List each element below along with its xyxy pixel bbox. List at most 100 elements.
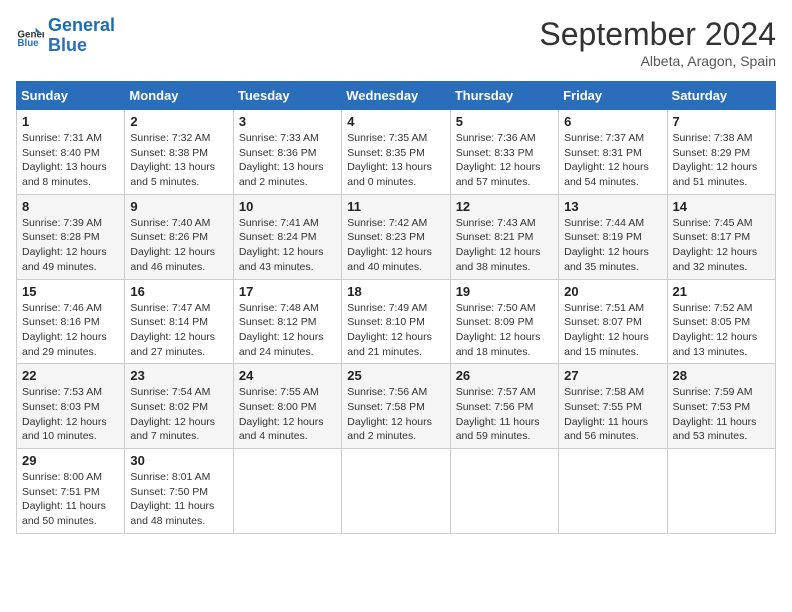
calendar-cell: 1 Sunrise: 7:31 AMSunset: 8:40 PMDayligh… [17,110,125,195]
week-row-4: 22 Sunrise: 7:53 AMSunset: 8:03 PMDaylig… [17,364,776,449]
col-header-sunday: Sunday [17,82,125,110]
location: Albeta, Aragon, Spain [539,53,776,69]
day-number: 17 [239,284,336,299]
cell-content: Sunrise: 7:33 AMSunset: 8:36 PMDaylight:… [239,132,324,188]
cell-content: Sunrise: 7:59 AMSunset: 7:53 PMDaylight:… [673,386,757,442]
cell-content: Sunrise: 7:51 AMSunset: 8:07 PMDaylight:… [564,302,649,358]
day-number: 27 [564,368,661,383]
cell-content: Sunrise: 7:41 AMSunset: 8:24 PMDaylight:… [239,217,324,273]
day-number: 6 [564,114,661,129]
calendar-cell [233,449,341,534]
col-header-thursday: Thursday [450,82,558,110]
calendar-cell: 19 Sunrise: 7:50 AMSunset: 8:09 PMDaylig… [450,279,558,364]
calendar-cell: 30 Sunrise: 8:01 AMSunset: 7:50 PMDaylig… [125,449,233,534]
day-number: 16 [130,284,227,299]
month-title: September 2024 [539,16,776,53]
cell-content: Sunrise: 7:36 AMSunset: 8:33 PMDaylight:… [456,132,541,188]
cell-content: Sunrise: 7:58 AMSunset: 7:55 PMDaylight:… [564,386,648,442]
day-number: 14 [673,199,770,214]
day-number: 13 [564,199,661,214]
cell-content: Sunrise: 7:56 AMSunset: 7:58 PMDaylight:… [347,386,432,442]
cell-content: Sunrise: 7:35 AMSunset: 8:35 PMDaylight:… [347,132,432,188]
day-number: 4 [347,114,444,129]
week-row-1: 1 Sunrise: 7:31 AMSunset: 8:40 PMDayligh… [17,110,776,195]
calendar-cell: 15 Sunrise: 7:46 AMSunset: 8:16 PMDaylig… [17,279,125,364]
title-block: September 2024 Albeta, Aragon, Spain [539,16,776,69]
calendar-cell: 25 Sunrise: 7:56 AMSunset: 7:58 PMDaylig… [342,364,450,449]
day-number: 25 [347,368,444,383]
day-number: 11 [347,199,444,214]
col-header-monday: Monday [125,82,233,110]
day-number: 23 [130,368,227,383]
cell-content: Sunrise: 7:54 AMSunset: 8:02 PMDaylight:… [130,386,215,442]
week-row-2: 8 Sunrise: 7:39 AMSunset: 8:28 PMDayligh… [17,194,776,279]
day-number: 15 [22,284,119,299]
day-number: 2 [130,114,227,129]
calendar-cell [667,449,775,534]
day-number: 8 [22,199,119,214]
day-number: 12 [456,199,553,214]
cell-content: Sunrise: 7:43 AMSunset: 8:21 PMDaylight:… [456,217,541,273]
day-number: 3 [239,114,336,129]
cell-content: Sunrise: 7:38 AMSunset: 8:29 PMDaylight:… [673,132,758,188]
day-number: 1 [22,114,119,129]
day-number: 9 [130,199,227,214]
day-number: 20 [564,284,661,299]
calendar-cell: 11 Sunrise: 7:42 AMSunset: 8:23 PMDaylig… [342,194,450,279]
day-number: 26 [456,368,553,383]
calendar-cell: 20 Sunrise: 7:51 AMSunset: 8:07 PMDaylig… [559,279,667,364]
cell-content: Sunrise: 7:49 AMSunset: 8:10 PMDaylight:… [347,302,432,358]
calendar-cell: 16 Sunrise: 7:47 AMSunset: 8:14 PMDaylig… [125,279,233,364]
calendar-cell [450,449,558,534]
calendar-cell [559,449,667,534]
calendar-cell: 4 Sunrise: 7:35 AMSunset: 8:35 PMDayligh… [342,110,450,195]
calendar-cell: 8 Sunrise: 7:39 AMSunset: 8:28 PMDayligh… [17,194,125,279]
calendar-cell: 7 Sunrise: 7:38 AMSunset: 8:29 PMDayligh… [667,110,775,195]
calendar-cell: 21 Sunrise: 7:52 AMSunset: 8:05 PMDaylig… [667,279,775,364]
day-number: 10 [239,199,336,214]
day-number: 28 [673,368,770,383]
calendar-table: SundayMondayTuesdayWednesdayThursdayFrid… [16,81,776,534]
calendar-cell: 6 Sunrise: 7:37 AMSunset: 8:31 PMDayligh… [559,110,667,195]
calendar-cell: 9 Sunrise: 7:40 AMSunset: 8:26 PMDayligh… [125,194,233,279]
calendar-cell: 12 Sunrise: 7:43 AMSunset: 8:21 PMDaylig… [450,194,558,279]
cell-content: Sunrise: 7:31 AMSunset: 8:40 PMDaylight:… [22,132,107,188]
day-number: 24 [239,368,336,383]
col-header-friday: Friday [559,82,667,110]
calendar-cell: 23 Sunrise: 7:54 AMSunset: 8:02 PMDaylig… [125,364,233,449]
calendar-cell [342,449,450,534]
day-number: 22 [22,368,119,383]
cell-content: Sunrise: 7:32 AMSunset: 8:38 PMDaylight:… [130,132,215,188]
cell-content: Sunrise: 7:47 AMSunset: 8:14 PMDaylight:… [130,302,215,358]
day-number: 21 [673,284,770,299]
day-number: 30 [130,453,227,468]
day-number: 18 [347,284,444,299]
logo-text-general: General [48,16,115,36]
logo: General Blue General Blue [16,16,115,56]
logo-icon: General Blue [16,22,44,50]
calendar-cell: 14 Sunrise: 7:45 AMSunset: 8:17 PMDaylig… [667,194,775,279]
calendar-cell: 3 Sunrise: 7:33 AMSunset: 8:36 PMDayligh… [233,110,341,195]
calendar-cell: 27 Sunrise: 7:58 AMSunset: 7:55 PMDaylig… [559,364,667,449]
cell-content: Sunrise: 7:42 AMSunset: 8:23 PMDaylight:… [347,217,432,273]
cell-content: Sunrise: 7:50 AMSunset: 8:09 PMDaylight:… [456,302,541,358]
cell-content: Sunrise: 7:48 AMSunset: 8:12 PMDaylight:… [239,302,324,358]
col-header-wednesday: Wednesday [342,82,450,110]
week-row-5: 29 Sunrise: 8:00 AMSunset: 7:51 PMDaylig… [17,449,776,534]
cell-content: Sunrise: 7:46 AMSunset: 8:16 PMDaylight:… [22,302,107,358]
cell-content: Sunrise: 7:40 AMSunset: 8:26 PMDaylight:… [130,217,215,273]
cell-content: Sunrise: 7:55 AMSunset: 8:00 PMDaylight:… [239,386,324,442]
day-number: 7 [673,114,770,129]
calendar-cell: 22 Sunrise: 7:53 AMSunset: 8:03 PMDaylig… [17,364,125,449]
calendar-cell: 10 Sunrise: 7:41 AMSunset: 8:24 PMDaylig… [233,194,341,279]
logo-text-blue: Blue [48,36,115,56]
cell-content: Sunrise: 7:39 AMSunset: 8:28 PMDaylight:… [22,217,107,273]
page-header: General Blue General Blue September 2024… [16,16,776,69]
calendar-header-row: SundayMondayTuesdayWednesdayThursdayFrid… [17,82,776,110]
calendar-cell: 26 Sunrise: 7:57 AMSunset: 7:56 PMDaylig… [450,364,558,449]
cell-content: Sunrise: 8:00 AMSunset: 7:51 PMDaylight:… [22,471,106,527]
calendar-cell: 13 Sunrise: 7:44 AMSunset: 8:19 PMDaylig… [559,194,667,279]
day-number: 29 [22,453,119,468]
cell-content: Sunrise: 7:53 AMSunset: 8:03 PMDaylight:… [22,386,107,442]
calendar-cell: 2 Sunrise: 7:32 AMSunset: 8:38 PMDayligh… [125,110,233,195]
